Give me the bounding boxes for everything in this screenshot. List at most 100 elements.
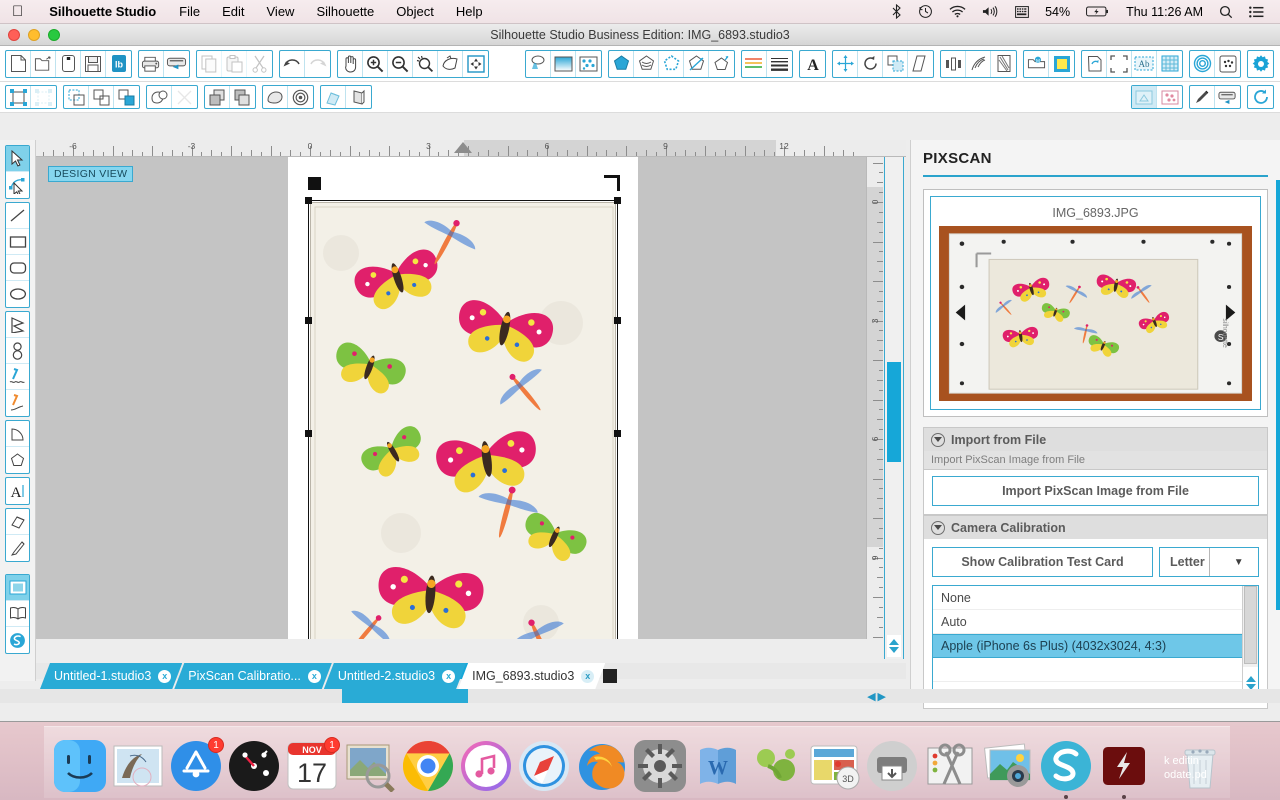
draw-smooth-tool[interactable] [6,364,29,390]
knife-tool[interactable] [6,535,29,561]
fill-gradient-icon[interactable] [551,50,576,77]
trace-icon[interactable] [634,50,659,77]
polygon-tool[interactable] [6,312,29,338]
freehand-tool[interactable] [6,390,29,416]
refresh-sync-icon[interactable] [1248,86,1273,108]
spiral-icon[interactable] [1190,50,1215,77]
cut-icon[interactable] [247,51,272,77]
offset-icon[interactable] [609,50,634,77]
close-icon[interactable]: x [158,670,171,683]
modify-shape-icon[interactable] [263,86,288,108]
menu-item-edit[interactable]: Edit [211,4,255,19]
menu-item-object[interactable]: Object [385,4,445,19]
preferences-gear-icon[interactable] [1248,51,1273,77]
window-controls[interactable] [8,29,60,41]
dock-item-preview[interactable] [344,740,396,793]
selection-handle[interactable] [614,429,621,437]
window-titlebar[interactable]: Silhouette Studio Business Edition: IMG_… [0,24,1280,46]
dock-item-silhouette-studio[interactable] [1040,740,1092,799]
dock-item-calendar[interactable]: NOV 17 1 [286,737,340,792]
design-page-icon[interactable] [1132,86,1157,108]
ellipse-tool[interactable] [6,281,29,307]
close-window-button[interactable] [8,29,20,41]
apple-logo-icon[interactable]:  [0,4,37,19]
stipple-icon[interactable] [1215,51,1240,77]
document-tab-untitled-2[interactable]: Untitled-2.studio3 x [324,663,466,689]
chevron-down-icon[interactable]: ▼ [1208,548,1259,576]
dock-item-finder[interactable] [54,740,106,792]
line-color-icon[interactable] [742,50,767,77]
undo-icon[interactable] [280,50,305,77]
rounded-rectangle-tool[interactable] [6,255,29,281]
time-machine-icon[interactable] [910,4,941,19]
canvas-scroll-arrows[interactable] [887,635,901,657]
dock-item-dashboard[interactable] [228,740,280,792]
horizontal-ruler[interactable]: -6 -3 0 3 6 9 12 [36,140,906,157]
text-style-icon[interactable]: A [800,51,825,77]
store-tool[interactable] [6,627,29,653]
dock-item-printer[interactable] [866,740,918,792]
align-icon[interactable] [941,50,966,77]
import-pixscan-image-button[interactable]: Import PixScan Image from File [932,476,1259,506]
tab-nav-left-icon[interactable]: ◀ [867,690,875,703]
modify-icon[interactable] [659,50,684,77]
dock-item-app-store[interactable]: 1 [170,737,224,792]
deselect-all-icon[interactable] [31,86,56,108]
rotate-page-icon[interactable] [1082,50,1107,77]
save-document-icon[interactable] [81,50,106,77]
select-all-icon[interactable] [6,86,31,108]
volume-icon[interactable] [974,5,1007,18]
warp-icon[interactable] [709,51,734,77]
copy-icon[interactable] [197,50,222,77]
fill-color-icon[interactable] [526,50,551,77]
dock-item-firefox[interactable] [576,740,628,792]
zoom-window-button[interactable] [48,29,60,41]
selection-handle[interactable] [305,317,312,325]
dock-item-sketchup-layout[interactable]: 3D [808,740,860,792]
fit-to-window-icon[interactable] [463,51,488,77]
wifi-icon[interactable] [941,5,974,18]
collapse-triangle-icon[interactable] [931,520,945,535]
make-compound-icon[interactable] [114,86,139,108]
release-compound-icon[interactable] [346,86,371,108]
pixscan-preview[interactable]: IMG_6893.JPG S silhouette [930,196,1261,410]
camera-list-item-auto[interactable]: Auto [933,610,1242,634]
menu-item-view[interactable]: View [256,4,306,19]
tab-nav-arrows[interactable]: ◀ ▶ [867,690,886,703]
eraser-tool[interactable] [6,509,29,535]
knife-icon[interactable] [684,50,709,77]
document-tab-img-6893[interactable]: IMG_6893.studio3 x [458,663,605,689]
group-icon[interactable] [64,86,89,108]
camera-list-scroll-thumb[interactable] [1244,586,1257,664]
zoom-out-icon[interactable] [388,50,413,77]
document-tab-pixscan-calibration[interactable]: PixScan Calibratio... x [174,663,332,689]
collapse-triangle-icon[interactable] [931,432,945,447]
new-tab-button[interactable] [603,669,618,683]
offset-shape-icon[interactable] [288,86,313,108]
dock-item-system-preferences[interactable] [634,740,686,792]
page-area[interactable] [288,157,638,639]
move-icon[interactable] [833,50,858,77]
design-page-tool[interactable] [6,575,29,601]
notification-center-icon[interactable] [1241,5,1272,18]
shear-icon[interactable] [908,51,933,77]
zoom-region-icon[interactable] [438,50,463,77]
search-icon[interactable] [1211,5,1241,19]
camera-calibration-section-header[interactable]: Camera Calibration [923,515,1268,539]
weld-icon[interactable] [147,86,172,108]
input-menu-icon[interactable] [1007,5,1037,18]
paper-size-select[interactable]: Letter ▼ [1159,547,1259,577]
text-tool[interactable]: A [6,478,29,504]
menu-item-help[interactable]: Help [445,4,494,19]
print-icon[interactable] [139,50,164,77]
bring-to-front-icon[interactable] [205,86,230,108]
line-style-icon[interactable] [767,51,792,77]
close-icon[interactable]: x [308,670,321,683]
selection-handle[interactable] [614,197,621,204]
regular-polygon-tool[interactable] [6,447,29,473]
dock-item-mail[interactable] [112,740,164,792]
close-icon[interactable]: x [581,670,594,683]
bluetooth-icon[interactable] [884,4,910,19]
cut-settings-icon[interactable] [1049,51,1074,77]
edit-points-tool[interactable] [6,172,29,198]
